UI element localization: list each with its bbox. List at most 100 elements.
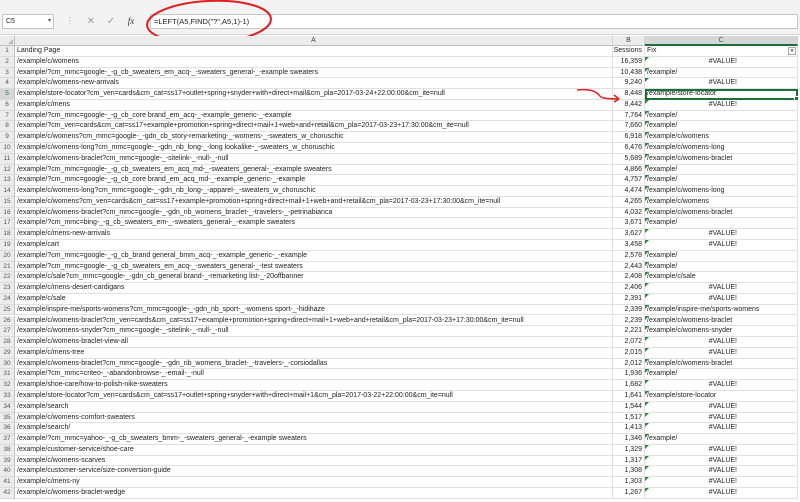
cell-sessions[interactable]: 2,239	[613, 315, 645, 327]
cell-fix[interactable]: /example/c/womens-braclet	[645, 358, 798, 370]
cell-landing-page[interactable]: /example/c/womens-braclet-view-all	[15, 337, 613, 348]
error-indicator-icon[interactable]	[645, 380, 649, 385]
cell-sessions[interactable]: 3,458	[613, 240, 645, 251]
error-indicator-icon[interactable]	[645, 283, 649, 288]
row-number[interactable]: 5	[0, 89, 15, 100]
cell-landing-page[interactable]: /example/?cm_mmc=google-_-g_cb_core bran…	[15, 110, 613, 122]
cell-landing-page[interactable]: /example/c/mens-ny	[15, 477, 613, 488]
cell-sessions[interactable]: 1,517	[613, 412, 645, 424]
cell-fix[interactable]: #VALUE!	[645, 337, 798, 348]
cell-fix[interactable]: /example/c/womens-braclet	[645, 315, 798, 327]
row-number[interactable]: 29	[0, 347, 15, 359]
cell-sessions[interactable]: 2,443	[613, 261, 645, 273]
cell-landing-page[interactable]: /example/?cm_mmc=criteo-_-abandonbrowse-…	[15, 369, 613, 381]
cell-sessions[interactable]: 2,012	[613, 358, 645, 370]
cell-fix[interactable]: #VALUE!	[645, 283, 798, 294]
cell-sessions[interactable]: 4,265	[613, 196, 645, 208]
cell-fix[interactable]: /example/c/womens-snyder	[645, 326, 798, 338]
cell-landing-page[interactable]: /example/c/mens	[15, 99, 613, 111]
cell-sessions[interactable]: 7,660	[613, 121, 645, 133]
row-number[interactable]: 19	[0, 240, 15, 251]
row-number[interactable]: 18	[0, 229, 15, 241]
cell-landing-page[interactable]: /example/cart	[15, 240, 613, 251]
error-indicator-icon[interactable]	[645, 326, 649, 331]
cell-fix[interactable]: /example/	[645, 250, 798, 262]
cell-fix[interactable]: /example/c/womens-braclet	[645, 207, 798, 219]
cell-landing-page[interactable]: /example/customer-service/size-conversio…	[15, 466, 613, 478]
error-indicator-icon[interactable]	[645, 337, 649, 342]
column-header-b[interactable]: B	[613, 36, 645, 46]
error-indicator-icon[interactable]	[645, 229, 649, 234]
cell-sessions[interactable]: 1,641	[613, 390, 645, 402]
cell-fix[interactable]: #VALUE!	[645, 229, 798, 241]
cell-fix[interactable]: #VALUE!	[645, 412, 798, 424]
cell-sessions[interactable]: 2,072	[613, 337, 645, 348]
error-indicator-icon[interactable]	[645, 153, 649, 158]
error-indicator-icon[interactable]	[645, 164, 649, 169]
cell-sessions[interactable]: 7,764	[613, 110, 645, 122]
cell-sessions[interactable]: 6,476	[613, 143, 645, 154]
cell-fix[interactable]: /example/	[645, 434, 798, 445]
cell-landing-page[interactable]: /example/c/mens-desert-cardigans	[15, 283, 613, 294]
cell-fix[interactable]: #VALUE!	[645, 380, 798, 391]
cell-sessions[interactable]: 4,757	[613, 175, 645, 187]
cell-sessions[interactable]: 4,866	[613, 164, 645, 176]
cell-sessions[interactable]: 2,406	[613, 283, 645, 294]
cell-fix[interactable]: /example/c/womens-long	[645, 143, 798, 154]
cell-landing-page[interactable]: /example/?cm_mmc=google-_-g_cb_sweaters_…	[15, 67, 613, 79]
cell-sessions[interactable]: 16,359	[613, 56, 645, 68]
error-indicator-icon[interactable]	[645, 412, 649, 417]
header-cell-landing-page[interactable]: Landing Page	[15, 46, 613, 57]
cell-sessions[interactable]: 2,391	[613, 293, 645, 305]
cell-fix[interactable]: /example/c/womens	[645, 196, 798, 208]
cell-fix[interactable]: /example/c/sale	[645, 272, 798, 284]
row-number[interactable]: 3	[0, 67, 15, 79]
cell-landing-page[interactable]: /example/?cm_mmc=google-_-g_cb_sweaters_…	[15, 261, 613, 273]
column-header-c[interactable]: C	[645, 36, 798, 46]
cell-landing-page[interactable]: /example/c/womens-long?cm_mmc=google-_-g…	[15, 186, 613, 197]
cell-landing-page[interactable]: /example/c/womens-new-arrivals	[15, 78, 613, 90]
cell-landing-page[interactable]: /example/inspire-me/sports-womens?cm_mmc…	[15, 304, 613, 316]
cell-fix[interactable]: #VALUE!	[645, 99, 798, 111]
cell-fix[interactable]: #VALUE!	[645, 401, 798, 413]
row-number[interactable]: 2	[0, 56, 15, 68]
cell-landing-page[interactable]: /example/c/womens-braclet?cm_ven=cards&c…	[15, 315, 613, 327]
cell-landing-page[interactable]: /example/?cm_mmc=yahoo-_-g_cb_sweaters_b…	[15, 434, 613, 445]
row-number[interactable]: 28	[0, 337, 15, 348]
cell-sessions[interactable]: 1,303	[613, 477, 645, 488]
cell-landing-page[interactable]: /example/search/	[15, 423, 613, 435]
cell-sessions[interactable]: 1,413	[613, 423, 645, 435]
row-number[interactable]: 6	[0, 99, 15, 111]
cell-fix[interactable]: /example/	[645, 164, 798, 176]
cell-fix[interactable]: /example/store-locator	[645, 390, 798, 402]
cell-landing-page[interactable]: /example/?cm_mmc=google-_-g_cb_sweaters_…	[15, 164, 613, 176]
cell-sessions[interactable]: 1,267	[613, 487, 645, 499]
row-number[interactable]: 42	[0, 487, 15, 499]
cell-landing-page[interactable]: /example/c/womens-scarves	[15, 455, 613, 467]
row-number[interactable]: 21	[0, 261, 15, 273]
cell-sessions[interactable]: 1,544	[613, 401, 645, 413]
error-indicator-icon[interactable]	[645, 455, 649, 460]
error-indicator-icon[interactable]	[645, 218, 649, 223]
row-number[interactable]: 34	[0, 401, 15, 413]
error-indicator-icon[interactable]	[645, 67, 649, 72]
cell-landing-page[interactable]: /example/?cm_mmc=google-_-g_cb_core bran…	[15, 175, 613, 187]
cell-landing-page[interactable]: /example/c/sale?cm_mmc=google-_-gdn_cb_g…	[15, 272, 613, 284]
cell-sessions[interactable]: 1,936	[613, 369, 645, 381]
error-indicator-icon[interactable]	[645, 121, 649, 126]
cell-landing-page[interactable]: /example/?cm_mmc=google-_-g_cb_brand gen…	[15, 250, 613, 262]
cell-fix[interactable]: #VALUE!	[645, 78, 798, 90]
error-indicator-icon[interactable]	[645, 466, 649, 471]
row-number[interactable]: 9	[0, 132, 15, 143]
cell-fix[interactable]: /example/	[645, 67, 798, 79]
cell-sessions[interactable]: 4,032	[613, 207, 645, 219]
cell-sessions[interactable]: 1,308	[613, 466, 645, 478]
filter-dropdown-icon[interactable]: ▾	[788, 47, 796, 55]
cell-fix[interactable]: /example/c/womens-braclet	[645, 153, 798, 165]
row-number[interactable]: 4	[0, 78, 15, 90]
cell-landing-page[interactable]: /example/c/womens-braclet?cm_mmc=google-…	[15, 358, 613, 370]
row-number[interactable]: 33	[0, 390, 15, 402]
cell-fix[interactable]: /example/	[645, 175, 798, 187]
cell-sessions[interactable]: 5,689	[613, 153, 645, 165]
cell-landing-page[interactable]: /example/search	[15, 401, 613, 413]
